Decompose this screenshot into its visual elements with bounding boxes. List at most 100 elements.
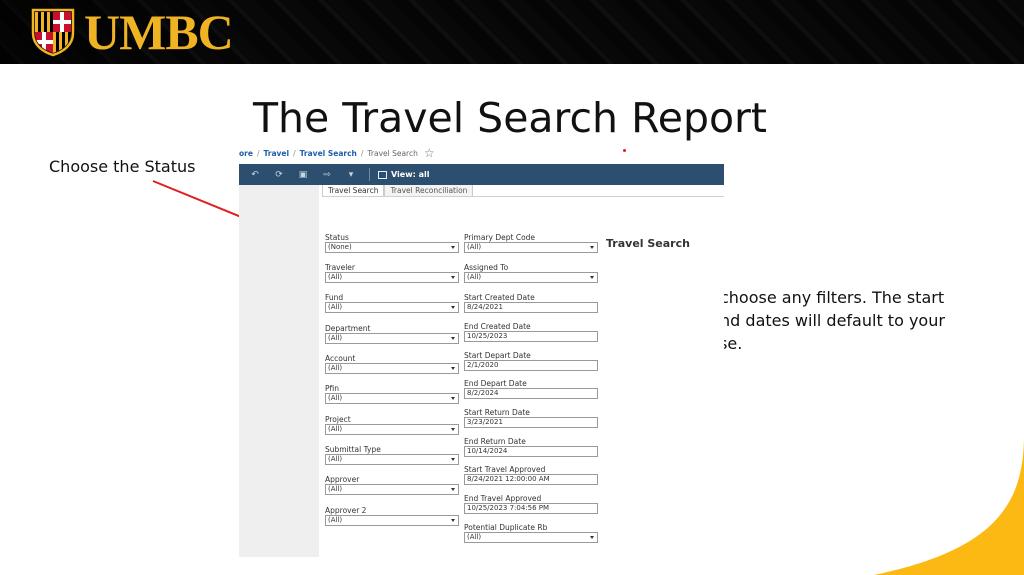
pfin-select[interactable]: (All) <box>325 393 459 404</box>
filter-label: Department <box>325 324 371 333</box>
filter-end-travel-approved: End Travel Approved 10/25/2023 7:04:56 P… <box>464 494 598 514</box>
umbc-logo-text: UMBC <box>84 4 234 60</box>
start-travel-approved-input[interactable]: 8/24/2021 12:00:00 AM <box>464 474 598 485</box>
caret-down-icon <box>590 246 594 249</box>
potential-duplicate-rb-select[interactable]: (All) <box>464 532 598 543</box>
filter-pfin: Pfin (All) <box>325 384 459 404</box>
filter-start-return-date: Start Return Date 3/23/2021 <box>464 408 598 428</box>
filter-end-depart-date: End Depart Date 8/2/2024 <box>464 379 598 399</box>
select-value: (All) <box>467 243 482 251</box>
caret-down-icon <box>590 536 594 539</box>
select-value: (All) <box>328 364 343 372</box>
panel-title: Travel Search <box>606 237 690 250</box>
slide-title: The Travel Search Report <box>252 94 767 142</box>
input-value: 10/14/2024 <box>467 447 508 455</box>
submittal-type-select[interactable]: (All) <box>325 454 459 465</box>
refresh-icon[interactable]: ⟳ <box>271 170 287 180</box>
select-value: (All) <box>328 455 343 463</box>
filter-label: Pfin <box>325 384 340 393</box>
revert-icon[interactable]: ⇨ <box>319 170 335 180</box>
filter-start-depart-date: Start Depart Date 2/1/2020 <box>464 351 598 371</box>
view-all-button[interactable]: View: all <box>378 170 429 179</box>
caret-down-icon <box>451 458 455 461</box>
input-value: 3/23/2021 <box>467 418 503 426</box>
account-select[interactable]: (All) <box>325 363 459 374</box>
input-value: 10/25/2023 <box>467 332 508 340</box>
end-depart-date-input[interactable]: 8/2/2024 <box>464 388 598 399</box>
select-value: (All) <box>328 485 343 493</box>
breadcrumb-item[interactable]: Travel <box>263 149 289 158</box>
assigned-to-select[interactable]: (All) <box>464 272 598 283</box>
primary-dept-code-select[interactable]: (All) <box>464 242 598 253</box>
travel-search-screenshot: ore / Travel / Travel Search / Travel Se… <box>239 142 724 557</box>
select-value: (All) <box>328 425 343 433</box>
filter-fund: Fund (All) <box>325 293 459 313</box>
breadcrumb-separator: / <box>360 148 364 158</box>
caret-down-icon <box>451 337 455 340</box>
filter-label: Start Created Date <box>464 293 535 302</box>
end-travel-approved-input[interactable]: 10/25/2023 7:04:56 PM <box>464 503 598 514</box>
input-value: 10/25/2023 7:04:56 PM <box>467 504 550 512</box>
breadcrumb-current: Travel Search <box>367 148 418 158</box>
dropdown-icon[interactable]: ▾ <box>343 170 359 180</box>
filter-label: End Travel Approved <box>464 494 542 503</box>
filter-label: Potential Duplicate Rb <box>464 523 548 532</box>
filter-project: Project (All) <box>325 415 459 435</box>
favorite-star-icon[interactable]: ☆ <box>424 146 435 160</box>
corner-accent <box>874 435 1024 575</box>
caret-down-icon <box>590 276 594 279</box>
select-value: (All) <box>328 303 343 311</box>
breadcrumb-item[interactable]: Travel Search <box>300 149 357 158</box>
toolbar-divider <box>369 168 370 181</box>
status-select[interactable]: (None) <box>325 242 459 253</box>
filter-label: End Return Date <box>464 437 526 446</box>
input-value: 8/2/2024 <box>467 389 499 397</box>
department-select[interactable]: (All) <box>325 333 459 344</box>
pause-icon[interactable]: ▣ <box>295 170 311 180</box>
filter-primary-dept-code: Primary Dept Code (All) <box>464 233 598 253</box>
end-created-date-input[interactable]: 10/25/2023 <box>464 331 598 342</box>
select-value: (All) <box>328 273 343 281</box>
header-banner: UMBC <box>0 0 1024 64</box>
filter-assigned-to: Assigned To (All) <box>464 263 598 283</box>
fund-select[interactable]: (All) <box>325 302 459 313</box>
breadcrumb-separator: / <box>256 148 260 158</box>
filter-label: Approver <box>325 475 360 484</box>
select-value: (All) <box>328 334 343 342</box>
toolbar: ↶ ⟳ ▣ ⇨ ▾ View: all <box>239 164 724 185</box>
filter-end-return-date: End Return Date 10/14/2024 <box>464 437 598 457</box>
approver-select[interactable]: (All) <box>325 484 459 495</box>
traveler-select[interactable]: (All) <box>325 272 459 283</box>
breadcrumb-separator: / <box>293 148 296 158</box>
filter-submittal-type: Submittal Type (All) <box>325 445 459 465</box>
breadcrumb: ore / Travel / Travel Search / Travel Se… <box>239 142 724 164</box>
filter-potential-duplicate-rb: Potential Duplicate Rb (All) <box>464 523 598 543</box>
filter-start-created-date: Start Created Date 8/24/2021 <box>464 293 598 313</box>
caret-down-icon <box>451 428 455 431</box>
caret-down-icon <box>451 246 455 249</box>
breadcrumb-item[interactable]: ore <box>239 149 253 158</box>
start-created-date-input[interactable]: 8/24/2021 <box>464 302 598 313</box>
undo-icon[interactable]: ↶ <box>247 170 263 180</box>
select-value: (All) <box>467 273 482 281</box>
filter-label: Traveler <box>325 263 355 272</box>
project-select[interactable]: (All) <box>325 424 459 435</box>
filter-label: Account <box>325 354 356 363</box>
view-all-label: View: all <box>391 170 430 179</box>
filter-label: Fund <box>325 293 344 302</box>
caret-down-icon <box>451 276 455 279</box>
filter-end-created-date: End Created Date 10/25/2023 <box>464 322 598 342</box>
start-return-date-input[interactable]: 3/23/2021 <box>464 417 598 428</box>
filter-label: End Depart Date <box>464 379 527 388</box>
left-pane <box>239 185 319 557</box>
approver-2-select[interactable]: (All) <box>325 515 459 526</box>
caret-down-icon <box>451 397 455 400</box>
filter-label: Primary Dept Code <box>464 233 536 242</box>
filter-label: End Created Date <box>464 322 531 331</box>
filter-label: Start Depart Date <box>464 351 531 360</box>
end-return-date-input[interactable]: 10/14/2024 <box>464 446 598 457</box>
caret-down-icon <box>451 306 455 309</box>
filter-label: Start Return Date <box>464 408 530 417</box>
select-value: (None) <box>328 243 352 251</box>
start-depart-date-input[interactable]: 2/1/2020 <box>464 360 598 371</box>
